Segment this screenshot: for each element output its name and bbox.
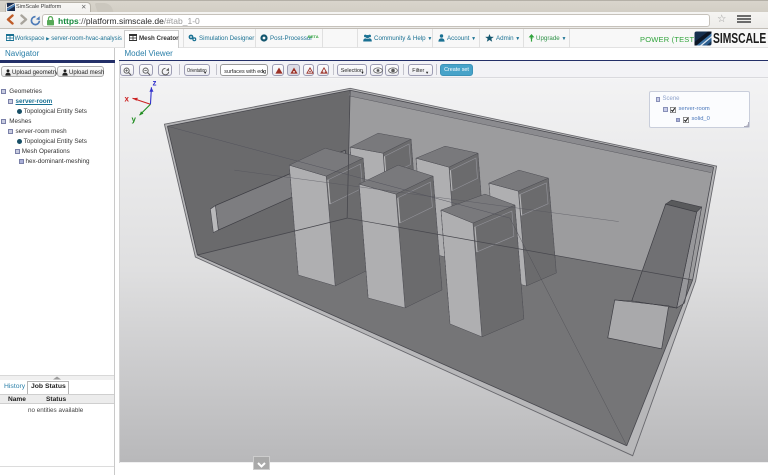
- svg-text:y: y: [131, 115, 136, 124]
- svg-text:x: x: [124, 94, 129, 103]
- svg-text:z: z: [152, 78, 156, 87]
